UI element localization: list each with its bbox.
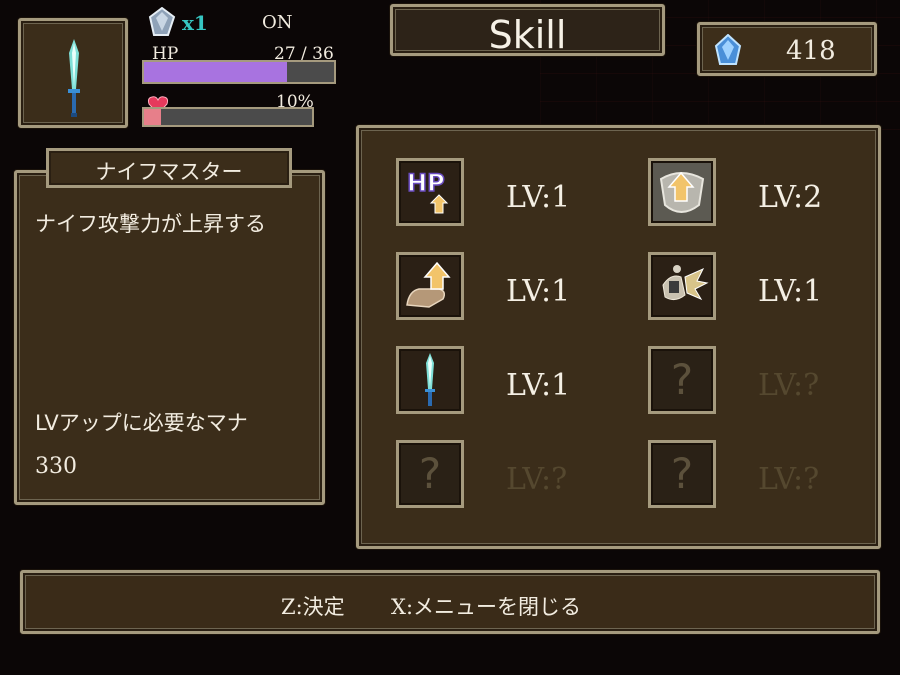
shield-up-icon: [659, 171, 705, 213]
affection-bar-fill: [144, 109, 161, 125]
skill-name: ナイフマスター: [95, 160, 243, 184]
confirm-hint: Z:決定: [281, 595, 345, 619]
level-up-cost-value: 330: [35, 454, 77, 479]
crystal-icon: [148, 7, 176, 36]
hand-up-icon: [406, 261, 451, 308]
skill-level-locked: LV:?: [506, 462, 568, 497]
toggle-state-label: ON: [262, 12, 293, 33]
skill-level-locked: LV:?: [758, 368, 820, 403]
question-icon: ?: [670, 449, 694, 498]
page-title: Skill: [488, 13, 567, 57]
skill-level-hand-up: LV:1: [506, 274, 571, 309]
mana-amount: 418: [786, 36, 836, 66]
level-up-cost-label: LVアップに必要なマナ: [35, 411, 248, 435]
skill-slot-locked[interactable]: ?: [648, 346, 716, 414]
knife-icon: [425, 353, 435, 406]
controls-hint-bar: Z:決定 X:メニューを閉じる: [20, 570, 880, 634]
skill-level-hp-up: LV:1: [506, 180, 571, 215]
skill-level-claw-attack: LV:1: [758, 274, 823, 309]
mana-panel: 418: [697, 22, 877, 76]
hp-bar: [142, 60, 336, 84]
close-menu-hint: X:メニューを閉じる: [391, 595, 582, 619]
gem-count: x1: [182, 11, 208, 35]
claw-attack-icon: [662, 265, 709, 301]
equipped-weapon-portrait: [18, 18, 128, 128]
skill-description: ナイフ攻撃力が上昇する: [35, 212, 266, 236]
skill-name-tab: ナイフマスター: [46, 148, 292, 188]
skill-slot-locked[interactable]: ?: [396, 440, 464, 508]
skill-description-panel: ナイフ攻撃力が上昇する LVアップに必要なマナ 330: [14, 170, 325, 505]
affection-bar: [142, 107, 314, 127]
skill-level-knife: LV:1: [506, 368, 571, 403]
skill-slot-shield-up[interactable]: [648, 158, 716, 226]
skill-grid-panel: HP LV:1 LV:2 LV:1 LV:1 LV:1 ? LV:? ? LV:…: [356, 125, 881, 549]
skill-slot-knife[interactable]: [396, 346, 464, 414]
mana-crystal-icon: [714, 34, 742, 65]
question-icon: ?: [418, 449, 442, 498]
skill-slot-hp-up[interactable]: HP: [396, 158, 464, 226]
skill-level-locked: LV:?: [758, 462, 820, 497]
hp-up-icon: HP: [406, 168, 449, 214]
skill-slot-locked[interactable]: ?: [648, 440, 716, 508]
question-icon: ?: [670, 355, 694, 404]
hp-bar-fill: [144, 62, 287, 82]
skill-slot-hand-up[interactable]: [396, 252, 464, 320]
svg-text:HP: HP: [407, 169, 445, 197]
skill-slot-claw-attack[interactable]: [648, 252, 716, 320]
title-banner: Skill: [390, 4, 665, 57]
knife-icon: [68, 39, 80, 117]
skill-level-shield-up: LV:2: [758, 180, 823, 215]
